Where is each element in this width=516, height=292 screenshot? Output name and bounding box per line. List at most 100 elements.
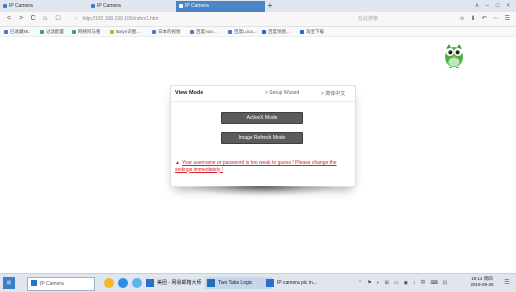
undo-icon[interactable]: ↶ <box>482 16 487 22</box>
bookmark-label: 百度地图... <box>268 29 290 34</box>
camera-favicon-icon <box>3 3 7 8</box>
bookmark-label: 已收藏ML <box>10 29 30 34</box>
favorites-icon[interactable]: ☆ <box>459 16 464 22</box>
input-language-icon[interactable]: 中 <box>421 280 426 286</box>
bookmark-item[interactable]: 百度Aan... <box>190 27 217 36</box>
tab-strip: IP Camera IP Camera IP Camera + ʌ – □ × <box>0 0 516 12</box>
tray-flag-icon[interactable]: ⚑ <box>367 280 371 286</box>
mail-app-icon <box>146 279 154 287</box>
back-icon[interactable]: < <box>4 12 14 26</box>
bookmark-item[interactable]: 日本的视频 <box>152 27 181 36</box>
home-icon[interactable]: ⌂ <box>40 12 50 26</box>
taskbar-app-word[interactable]: IP camera pic in... <box>264 277 339 289</box>
bookmark-item[interactable]: 网络阿与看 <box>72 27 101 36</box>
sidebar-icon[interactable]: □ <box>53 12 63 26</box>
bookmark-item[interactable]: 已收藏ML <box>4 27 30 36</box>
address-text: http://192.168.199.165/index1.htm <box>82 16 159 22</box>
ie-browser-icon[interactable] <box>132 278 142 288</box>
edge-browser-icon[interactable] <box>118 278 128 288</box>
activex-mode-button[interactable]: ActiveX Mode <box>221 112 303 124</box>
menu-icon[interactable]: ☰ <box>505 16 510 22</box>
tab-label: IP Camera <box>9 3 33 9</box>
weak-password-warning-link[interactable]: ▲ Your username or password is too weak t… <box>175 160 353 173</box>
warning-text: Your username or password is too weak to… <box>175 160 337 173</box>
taskbar: ⊞ IP Camera 美团 - 网易邮箱大师 Two Tabs Logic I… <box>0 273 516 292</box>
search-input[interactable]: 在此搜索 ⌕ <box>358 14 468 24</box>
tray-network-icon[interactable]: ◉ <box>404 280 408 286</box>
bookmark-icon <box>40 29 44 34</box>
tab-ip-camera-active[interactable]: IP Camera <box>176 1 265 12</box>
bookmark-icon <box>110 29 114 34</box>
taskbar-app-mail[interactable]: 美团 - 网易邮箱大师 <box>144 277 213 289</box>
camera-favicon-icon <box>179 3 183 8</box>
favorite-star-icon[interactable]: ☆ <box>74 16 78 22</box>
camera-favicon-icon <box>91 3 95 8</box>
tab-label: IP Camera <box>185 3 209 9</box>
setup-wizard-link[interactable]: > Setup Wizard <box>265 90 299 96</box>
file-explorer-icon[interactable] <box>104 278 114 288</box>
taskbar-app-logic[interactable]: Two Tabs Logic <box>205 277 272 289</box>
tray-battery-icon[interactable]: ▭ <box>394 280 399 286</box>
start-button[interactable]: ⊞ <box>3 277 15 289</box>
close-icon[interactable]: × <box>506 3 510 9</box>
image-refresh-mode-button[interactable]: Image Refresh Mode <box>221 132 303 144</box>
tab-label: IP Camera <box>97 3 121 9</box>
bookmark-item[interactable]: 过滤配置 <box>40 27 64 36</box>
keyboard-icon[interactable]: ⌨ <box>431 280 438 286</box>
bookmarks-bar: 已收藏ML 过滤配置 网络阿与看 Baiyn识图... 日本的视频 百度Aan.… <box>0 27 516 37</box>
tray-window-icon[interactable]: ⊞ <box>385 280 389 286</box>
notification-center-icon[interactable]: ☰ <box>502 278 512 288</box>
logic-app-icon <box>207 279 215 287</box>
bookmark-label: Baiyn识图... <box>116 29 141 34</box>
system-tray: ⌃ ⚑ ◐ ⊞ ▭ ◉ ♪ 中 ⌨ ⊡ <box>358 277 452 289</box>
bookmark-icon <box>262 29 266 34</box>
forward-icon[interactable]: > <box>16 12 26 26</box>
bookmark-icon <box>190 29 194 34</box>
language-link[interactable]: > 简体中文 <box>321 90 345 97</box>
collapse-icon[interactable]: ʌ <box>476 3 479 9</box>
tray-app-icon[interactable]: ◐ <box>377 280 380 286</box>
bookmark-item[interactable]: 百度地图... <box>262 27 290 36</box>
maximize-icon[interactable]: □ <box>496 3 500 9</box>
word-app-icon <box>266 279 274 287</box>
bookmark-label: 过滤配置 <box>46 29 64 34</box>
taskbar-search-field[interactable]: IP Camera <box>27 277 95 291</box>
taskbar-search-label: IP Camera <box>40 281 64 287</box>
address-toolbar: < > C ⌂ □ ☆ http://192.168.199.165/index1… <box>0 12 516 27</box>
reload-icon[interactable]: C <box>28 12 38 26</box>
download-icon[interactable]: ⬇ <box>471 16 476 22</box>
taskbar-app-label: 美团 - 网易邮箱大师 <box>157 280 202 286</box>
search-placeholder: 在此搜索 <box>358 16 379 22</box>
bookmark-item[interactable]: 淘宝下载 <box>300 27 324 36</box>
window-controls: ʌ – □ × <box>469 0 510 12</box>
bookmark-icon <box>72 29 76 34</box>
minimize-icon[interactable]: – <box>486 3 489 9</box>
tab-ip-camera-2[interactable]: IP Camera <box>88 1 177 12</box>
panel-title: View Mode <box>175 90 204 96</box>
new-tab-button[interactable]: + <box>265 0 275 12</box>
taskbar-app-label: Two Tabs Logic <box>218 280 253 286</box>
owl-mascot-icon <box>445 44 463 68</box>
bookmark-label: 百度Aan... <box>196 29 217 34</box>
panel-shadow <box>190 186 334 196</box>
view-mode-panel: View Mode > Setup Wizard > 简体中文 ActiveX … <box>170 85 356 187</box>
bookmark-item[interactable]: Baiyn识图... <box>110 27 140 36</box>
bookmark-label: 淘宝下载 <box>306 29 324 34</box>
browser-tools: ☆ ⬇ ↶ ⋯ ☰ <box>453 12 510 26</box>
bookmark-icon <box>152 29 156 34</box>
tray-misc-icon[interactable]: ⊡ <box>443 280 447 286</box>
panel-header: View Mode > Setup Wizard > 简体中文 <box>171 86 355 102</box>
more-icon[interactable]: ⋯ <box>493 16 499 22</box>
taskbar-app-label: IP camera pic in... <box>277 280 317 286</box>
clock-date: 2019-09-26 <box>470 282 494 287</box>
tray-expand-icon[interactable]: ⌃ <box>358 280 362 286</box>
search-app-icon <box>31 280 37 286</box>
system-clock[interactable]: 19:14 周四 2019-09-26 <box>468 276 496 288</box>
tab-ip-camera-1[interactable]: IP Camera <box>0 1 89 12</box>
bookmark-label: 百度Loca... <box>234 29 257 34</box>
bookmark-item[interactable]: 百度Loca... <box>228 27 257 36</box>
address-bar[interactable]: ☆ http://192.168.199.165/index1.htm <box>74 14 344 24</box>
bookmark-icon <box>228 29 232 34</box>
bookmark-label: 日本的视频 <box>158 29 181 34</box>
volume-icon[interactable]: ♪ <box>413 280 416 286</box>
